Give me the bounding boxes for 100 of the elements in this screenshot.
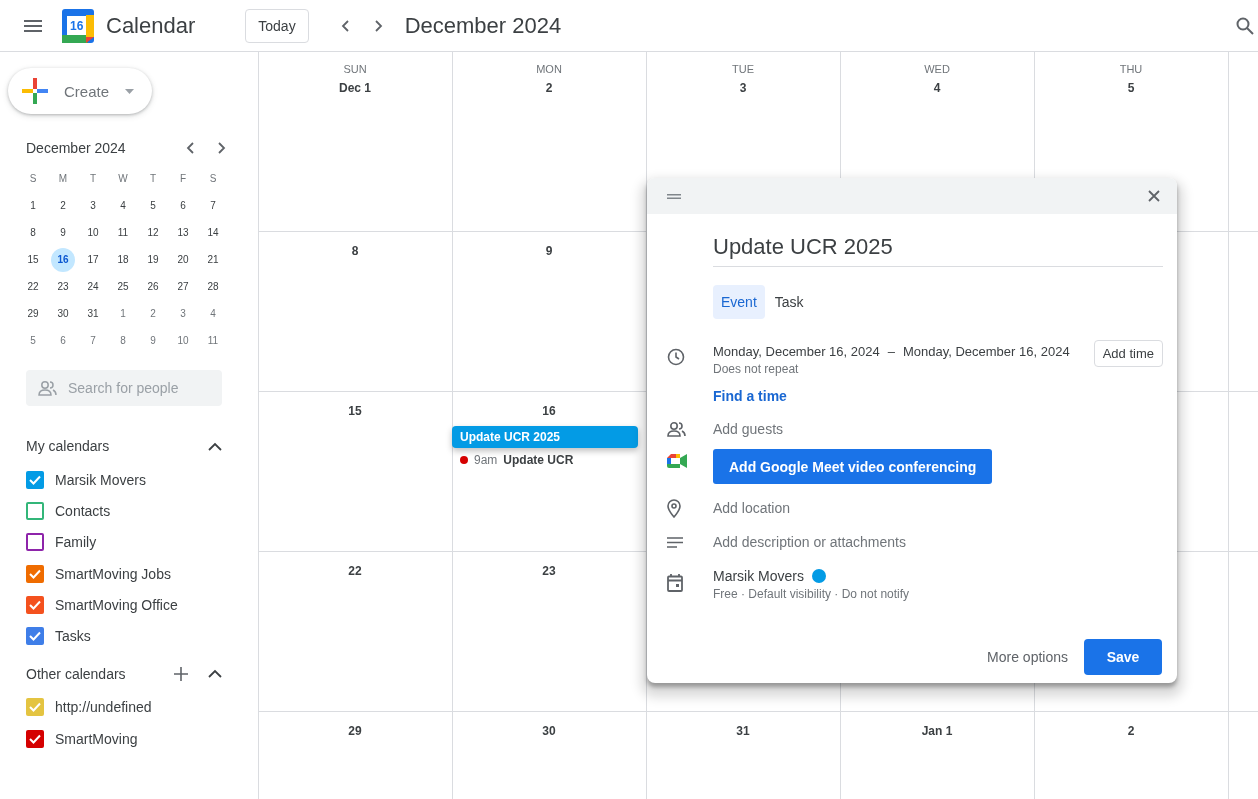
mini-calendar-day[interactable]: 11 <box>111 220 135 245</box>
end-date[interactable]: Monday, December 16, 2024 <box>902 344 1070 359</box>
section-title[interactable]: My calendars <box>26 438 208 454</box>
repeat-setting[interactable]: Does not repeat <box>713 362 1094 376</box>
description-field[interactable]: Add description or attachments <box>713 534 1013 550</box>
mini-calendar-day[interactable]: 7 <box>81 328 105 353</box>
next-month-icon[interactable] <box>216 142 226 154</box>
calendar-name: http://undefined <box>55 699 152 716</box>
create-button[interactable]: Create <box>8 68 152 114</box>
add-icon[interactable] <box>174 666 188 681</box>
mini-calendar-day[interactable]: 19 <box>141 247 165 272</box>
event-title[interactable]: Update UCR <box>503 453 574 467</box>
menu-icon[interactable] <box>24 19 42 32</box>
mini-calendar-day[interactable]: 8 <box>21 220 45 245</box>
mini-calendar-day[interactable]: 27 <box>171 274 195 299</box>
mini-calendar-day[interactable]: 9 <box>141 328 165 353</box>
mini-calendar-day[interactable]: 5 <box>21 328 45 353</box>
mini-calendar-day[interactable]: 31 <box>81 301 105 326</box>
close-icon[interactable] <box>1148 190 1160 202</box>
find-time-link[interactable]: Find a time <box>713 388 787 404</box>
day-number[interactable]: 3 <box>739 81 747 95</box>
mini-calendar-day[interactable]: 4 <box>111 193 135 218</box>
mini-calendar-day[interactable]: 10 <box>171 328 195 353</box>
mini-calendar-day[interactable]: 21 <box>201 247 225 272</box>
today-button[interactable]: Today <box>245 8 309 43</box>
section-title[interactable]: Other calendars <box>26 665 174 682</box>
mini-calendar-day[interactable]: 25 <box>111 274 135 299</box>
more-options-button[interactable]: More options <box>985 639 1070 675</box>
mini-calendar-day[interactable]: 17 <box>81 247 105 272</box>
day-number[interactable]: 4 <box>933 81 941 95</box>
day-number[interactable]: Jan 1 <box>921 724 953 738</box>
mini-calendar-day[interactable]: 1 <box>111 301 135 326</box>
checkbox[interactable] <box>26 533 44 552</box>
start-date[interactable]: Monday, December 16, 2024 <box>713 344 880 359</box>
checkbox[interactable] <box>26 470 44 489</box>
guests-field[interactable]: Add guests <box>713 421 1013 437</box>
checkbox[interactable] <box>26 501 44 520</box>
day-number[interactable]: 30 <box>542 724 556 738</box>
next-icon[interactable] <box>372 19 383 32</box>
search-icon[interactable] <box>1236 16 1254 35</box>
mini-calendar-day[interactable]: 18 <box>111 247 135 272</box>
mini-calendar-day[interactable]: 23 <box>51 274 75 299</box>
mini-calendar-day[interactable]: 14 <box>201 220 225 245</box>
type-tab[interactable]: Task <box>766 285 812 319</box>
previous-month-icon[interactable] <box>186 142 196 154</box>
chevron-icon[interactable] <box>208 441 222 451</box>
day-number[interactable]: 31 <box>736 724 750 738</box>
mini-calendar-day[interactable]: 15 <box>21 247 45 272</box>
day-number[interactable]: 29 <box>348 724 362 738</box>
people-search-field[interactable]: Search for people <box>26 370 222 406</box>
mini-calendar-day[interactable]: 29 <box>21 301 45 326</box>
calendar-name: SmartMoving <box>55 730 138 747</box>
type-tab[interactable]: Event <box>713 285 765 319</box>
previous-icon[interactable] <box>340 19 351 32</box>
mini-calendar-day[interactable]: 28 <box>201 274 225 299</box>
day-number[interactable]: 2 <box>1127 724 1135 738</box>
checkbox[interactable] <box>26 729 44 748</box>
day-number[interactable]: 22 <box>348 564 362 578</box>
day-number[interactable]: 2 <box>545 81 553 95</box>
mini-calendar-day[interactable]: 6 <box>51 328 75 353</box>
mini-calendar-day[interactable]: 2 <box>141 301 165 326</box>
mini-calendar-day[interactable]: 6 <box>171 193 195 218</box>
mini-calendar-day[interactable]: 3 <box>171 301 195 326</box>
day-number[interactable]: 8 <box>351 244 359 258</box>
mini-calendar-day[interactable]: 11 <box>201 328 225 353</box>
checkbox[interactable] <box>26 627 44 646</box>
day-number[interactable]: 15 <box>348 404 362 418</box>
mini-calendar-day[interactable]: 1 <box>21 193 45 218</box>
mini-calendar-day[interactable]: 9 <box>51 220 75 245</box>
mini-calendar-day[interactable]: 7 <box>201 193 225 218</box>
mini-calendar-day[interactable]: 16 <box>51 247 75 272</box>
mini-calendar-day[interactable]: 10 <box>81 220 105 245</box>
location-field[interactable]: Add location <box>713 500 1013 516</box>
mini-calendar-day[interactable]: 26 <box>141 274 165 299</box>
day-number[interactable]: 5 <box>1127 81 1135 95</box>
checkbox[interactable] <box>26 698 44 717</box>
checkbox[interactable] <box>26 595 44 614</box>
mini-calendar-day[interactable]: 12 <box>141 220 165 245</box>
chevron-icon[interactable] <box>208 669 222 679</box>
drag-handle-icon[interactable] <box>667 193 681 199</box>
mini-calendar-day[interactable]: 30 <box>51 301 75 326</box>
add-time-button[interactable]: Add time <box>1093 340 1163 367</box>
save-button[interactable]: Save <box>1084 639 1162 675</box>
day-number[interactable]: 9 <box>545 244 553 258</box>
mini-calendar-day[interactable]: 24 <box>81 274 105 299</box>
calendar-name[interactable]: Marsik Movers <box>713 568 804 584</box>
mini-calendar-day[interactable]: 3 <box>81 193 105 218</box>
mini-calendar-day[interactable]: 8 <box>111 328 135 353</box>
mini-calendar-day[interactable]: 5 <box>141 193 165 218</box>
mini-calendar-day[interactable]: 13 <box>171 220 195 245</box>
day-number[interactable]: 23 <box>542 564 556 578</box>
day-number[interactable]: Dec 1 <box>339 81 371 95</box>
event-settings[interactable]: Free · Default visibility · Do not notify <box>713 587 910 601</box>
mini-calendar-day[interactable]: 2 <box>51 193 75 218</box>
mini-calendar-day[interactable]: 4 <box>201 301 225 326</box>
checkbox[interactable] <box>26 564 44 583</box>
mini-calendar-day[interactable]: 22 <box>21 274 45 299</box>
meet-button[interactable]: Add Google Meet video conferencing <box>713 449 993 484</box>
mini-calendar-day[interactable]: 20 <box>171 247 195 272</box>
day-number[interactable]: 16 <box>542 404 556 418</box>
